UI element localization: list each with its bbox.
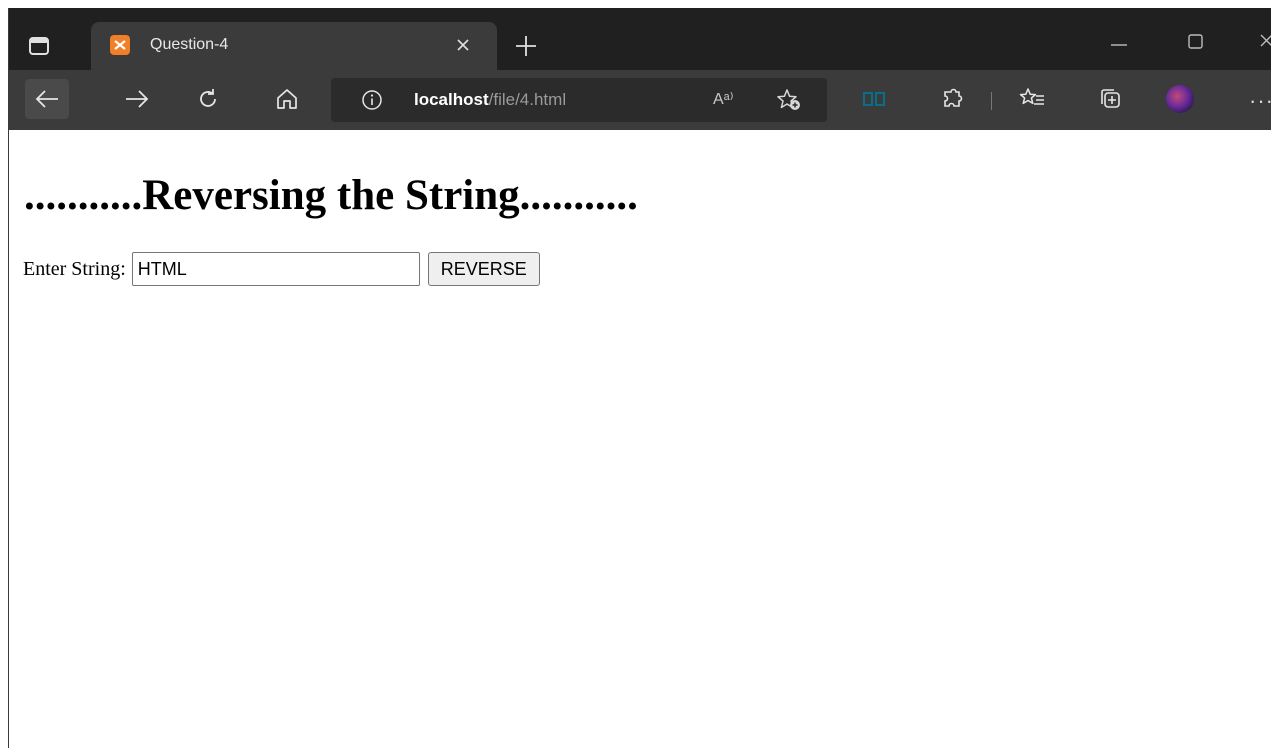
minimize-icon[interactable] [1108,38,1130,52]
maximize-icon[interactable] [1184,30,1206,52]
tab-question-4[interactable]: Question-4 [91,22,497,70]
collections-icon[interactable] [1097,86,1123,112]
immersive-reader-icon[interactable] [861,86,887,112]
page-content: ...........Reversing the String.........… [9,130,1271,748]
url-host: localhost [414,90,489,109]
refresh-icon[interactable] [186,79,230,119]
reverse-form: Enter String: REVERSE [23,252,540,286]
add-favorite-icon[interactable] [776,88,802,112]
favorites-icon[interactable] [1019,86,1045,112]
profile-avatar[interactable] [1166,85,1194,113]
url-text[interactable]: localhost/file/4.html [414,89,566,111]
browser-window: Question-4 localhost/file/4.html Aᵃ⁾ ·· … [8,8,1271,748]
browser-toolbar: localhost/file/4.html Aᵃ⁾ ··· [9,70,1271,130]
xampp-favicon-icon [110,35,130,55]
info-icon[interactable] [361,89,383,111]
forward-arrow-icon[interactable] [115,79,159,119]
more-icon[interactable]: ··· [1249,88,1271,114]
extensions-icon[interactable] [940,86,966,112]
tab-title: Question-4 [150,36,229,53]
close-icon[interactable] [454,36,472,54]
toolbar-divider [991,92,992,110]
enter-string-label: Enter String: [23,258,126,280]
home-icon[interactable] [265,79,309,119]
address-bar[interactable]: localhost/file/4.html Aᵃ⁾ [331,78,827,122]
plus-icon[interactable] [514,34,538,58]
tab-actions-icon[interactable] [27,34,51,58]
url-path: /file/4.html [488,90,567,109]
back-arrow-icon[interactable] [25,79,69,119]
read-aloud-icon[interactable]: Aᵃ⁾ [713,89,734,109]
window-close-icon[interactable] [1255,30,1271,52]
tab-strip: Question-4 [9,8,1271,70]
reverse-button[interactable]: REVERSE [427,252,540,286]
page-heading: ...........Reversing the String.........… [24,172,638,219]
string-input[interactable] [131,252,420,286]
